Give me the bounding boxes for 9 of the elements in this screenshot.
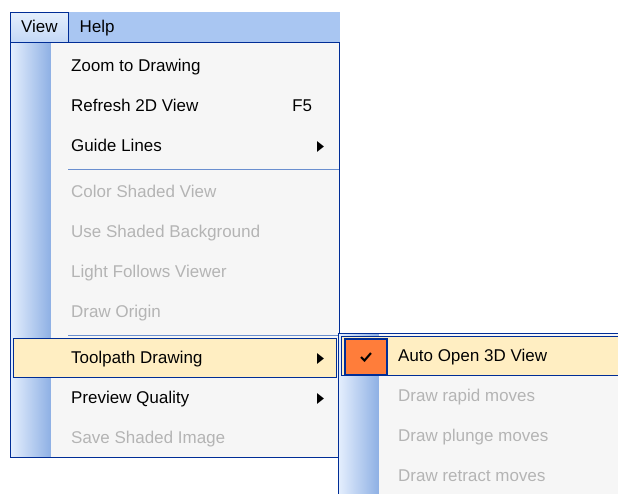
menu-item[interactable]: Auto Open 3D View — [341, 336, 618, 376]
menu-item[interactable]: Zoom to Drawing — [13, 46, 337, 86]
menu-bar-item[interactable]: View — [10, 12, 69, 42]
menu-item[interactable]: Toolpath Drawing — [13, 338, 337, 378]
menu-item[interactable]: Guide Lines — [13, 126, 337, 166]
menu-item[interactable]: Refresh 2D View F5 — [13, 86, 337, 126]
checkmark-icon — [344, 338, 388, 376]
menu-bar-item[interactable]: Help — [68, 12, 126, 42]
menu-item[interactable]: Preview Quality — [13, 378, 337, 418]
